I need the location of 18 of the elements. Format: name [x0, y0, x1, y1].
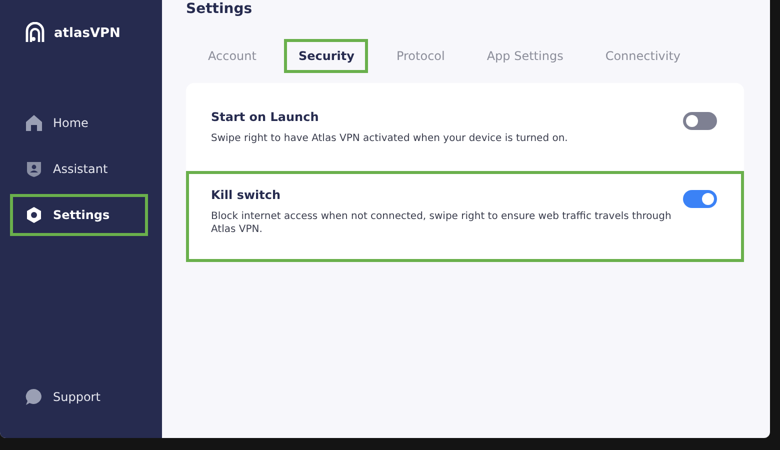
support-button[interactable]: Support: [10, 376, 148, 418]
logo-icon: [24, 22, 46, 44]
settings-icon: [25, 206, 43, 224]
toggle-switch[interactable]: [683, 112, 717, 130]
nav-item[interactable]: Assistant: [10, 148, 148, 190]
tab[interactable]: Security: [284, 39, 368, 73]
setting-title: Kill switch: [211, 188, 282, 202]
toggle-switch[interactable]: [683, 190, 717, 208]
setting-title: Start on Launch: [211, 110, 320, 124]
nav-item[interactable]: Home: [10, 102, 148, 144]
chat-bubble-icon: [25, 388, 43, 406]
nav-item[interactable]: Settings: [10, 194, 148, 236]
shield-person-icon: [25, 160, 43, 178]
app-name: atlasVPN: [54, 26, 120, 40]
setting-description: Block internet access when not connected, swipe right to ensure web traffic travels through Atlas VPN.: [211, 210, 672, 236]
home-icon: [25, 114, 43, 132]
page-title: Settings: [186, 0, 254, 17]
setting-description: Swipe right to have Atlas VPN activated when your device is turned on.: [211, 132, 568, 146]
